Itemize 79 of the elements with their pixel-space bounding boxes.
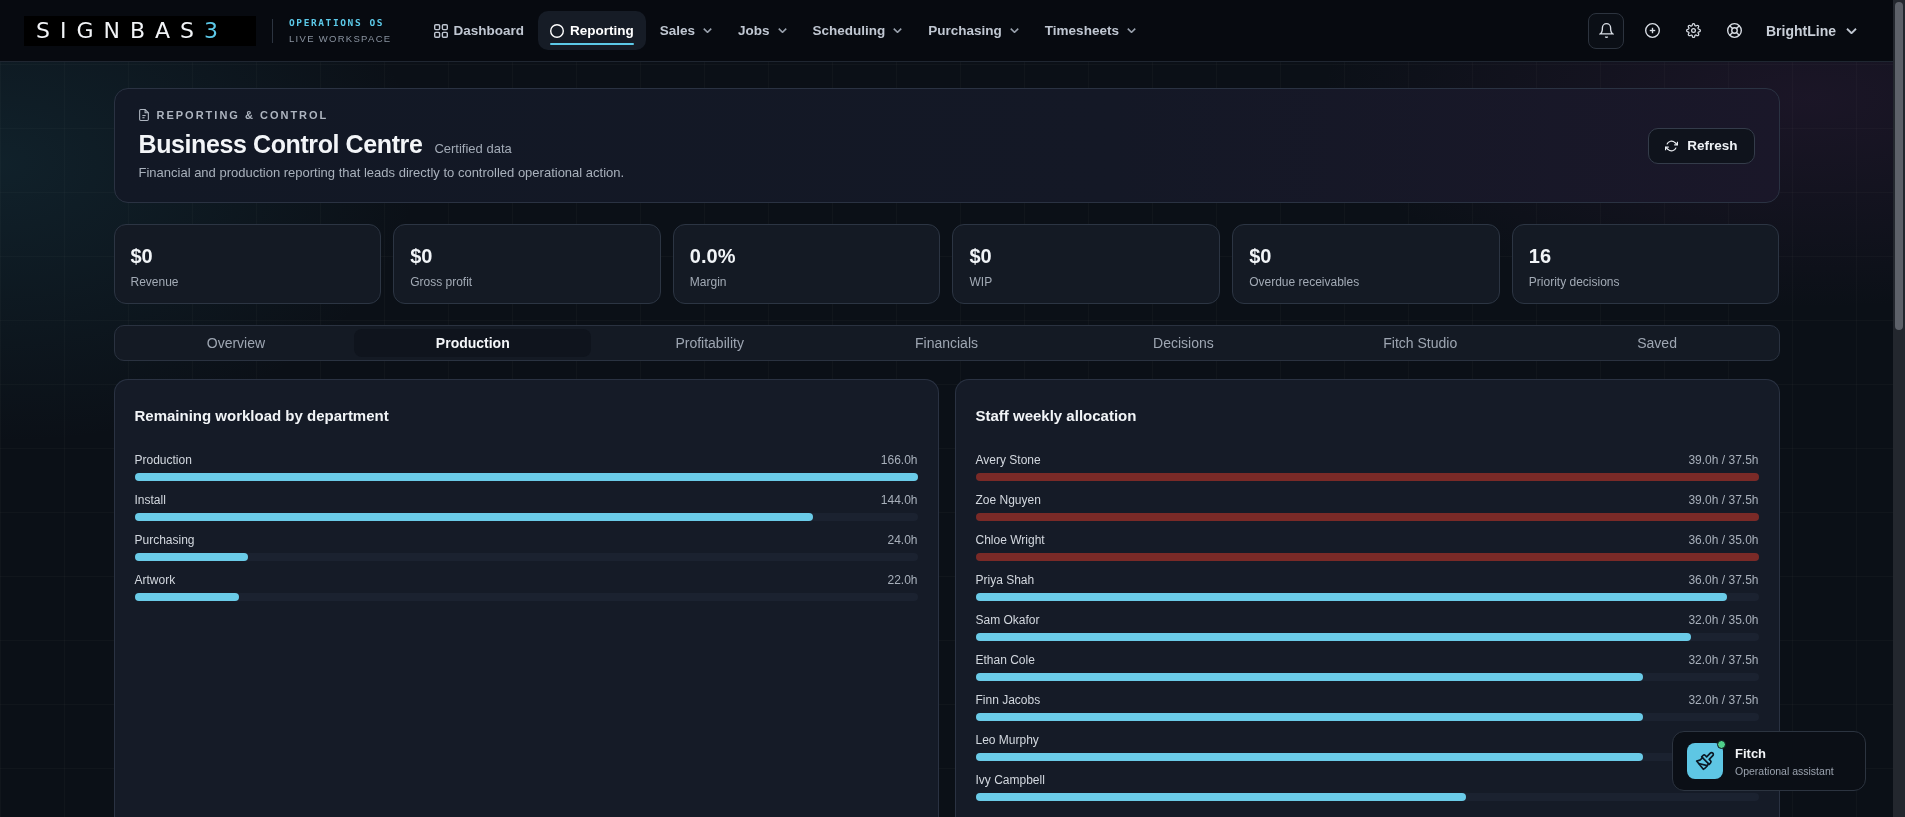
page-description: Financial and production reporting that leads directly to controlled operational action. xyxy=(138,164,625,182)
hours-reading: 144.0h xyxy=(880,493,918,507)
bell-icon xyxy=(1598,23,1614,38)
staff-name: Sam Okafor xyxy=(975,613,1040,627)
report-tab[interactable]: Overview xyxy=(117,329,355,357)
chevron-down-icon xyxy=(777,28,787,33)
report-tab[interactable]: Financials xyxy=(828,329,1065,357)
kpi-value: $0 xyxy=(969,243,993,268)
department-label: Artwork xyxy=(134,573,176,587)
kpi-value: 0.0% xyxy=(689,243,737,268)
logo[interactable]: SIGNBAS 3 xyxy=(24,15,256,46)
hours-reading: 24.0h xyxy=(887,533,918,547)
nav-item[interactable]: Timesheets xyxy=(1032,11,1148,50)
kpi-label: Margin xyxy=(689,274,728,289)
kpi-value: $0 xyxy=(1249,243,1273,268)
staff-name: Avery Stone xyxy=(975,453,1041,467)
account-menu[interactable]: BrightLine xyxy=(1757,22,1857,39)
kpi-label: Revenue xyxy=(130,274,180,289)
report-tab[interactable]: Decisions xyxy=(1064,329,1302,357)
hours-reading: 39.0h / 37.5h xyxy=(1688,453,1759,467)
chevron-down-icon xyxy=(703,28,713,33)
hours-reading: 32.0h / 37.5h xyxy=(1688,653,1759,667)
paintbrush-icon xyxy=(1687,743,1723,779)
page-title: Business Control Centre xyxy=(138,129,423,159)
staff-name: Priya Shah xyxy=(975,573,1035,587)
document-icon xyxy=(138,109,149,121)
chevron-down-icon xyxy=(1009,28,1019,33)
certified-note: Certified data xyxy=(434,141,512,156)
kpi-value: 16 xyxy=(1528,243,1553,268)
nav-item[interactable]: Scheduling xyxy=(800,11,915,50)
report-tab[interactable]: Fitch Studio xyxy=(1301,329,1539,357)
nav-item[interactable]: Jobs xyxy=(726,11,799,50)
refresh-button[interactable]: Refresh xyxy=(1648,127,1755,164)
kpi-label: WIP xyxy=(969,274,994,289)
nav-item[interactable]: Purchasing xyxy=(916,11,1031,50)
chevron-down-icon xyxy=(893,28,903,33)
hours-reading: 39.0h / 37.5h xyxy=(1688,493,1759,507)
department-label: Install xyxy=(134,493,166,507)
hours-reading: 166.0h xyxy=(880,453,918,467)
hours-reading: 32.0h / 35.0h xyxy=(1688,613,1759,627)
chevron-down-icon xyxy=(1846,27,1857,34)
report-tab[interactable]: Saved xyxy=(1538,329,1776,357)
hours-reading: 22.0h xyxy=(887,573,918,587)
scrollbar-thumb[interactable] xyxy=(1895,2,1903,330)
workspace-subtitle: LIVE WORKSPACE xyxy=(289,33,392,44)
nav-item[interactable]: Dashboard xyxy=(421,11,536,50)
department-label: Production xyxy=(134,453,192,467)
report-tab[interactable]: Production xyxy=(354,329,592,357)
panel-title: Remaining workload by department xyxy=(134,406,390,426)
kpi-value: $0 xyxy=(130,243,154,268)
lifebuoy-icon[interactable] xyxy=(1727,23,1742,38)
notifications-button[interactable] xyxy=(1588,12,1624,49)
chevron-down-icon xyxy=(1126,28,1136,33)
staff-name: Ethan Cole xyxy=(975,653,1035,667)
section-eyebrow: REPORTING & CONTROL xyxy=(156,109,329,121)
nav-item[interactable]: Reporting xyxy=(538,11,646,50)
report-tab[interactable]: Profitability xyxy=(591,329,829,357)
assistant-toast[interactable]: Fitch Operational assistant xyxy=(1672,731,1866,791)
staff-name: Finn Jacobs xyxy=(975,693,1041,707)
kpi-label: Gross profit xyxy=(410,274,474,289)
hours-reading: 36.0h / 35.0h xyxy=(1688,533,1759,547)
staff-name: Zoe Nguyen xyxy=(975,493,1041,507)
hours-reading: 36.0h / 37.5h xyxy=(1688,573,1759,587)
kpi-label: Priority decisions xyxy=(1528,274,1621,289)
plus-circle-icon[interactable] xyxy=(1645,23,1660,38)
workspace-title: OPERATIONS OS xyxy=(289,17,386,28)
panel-title: Staff weekly allocation xyxy=(975,406,1138,426)
refresh-icon xyxy=(1665,139,1679,152)
staff-name: Leo Murphy xyxy=(975,733,1039,747)
department-label: Purchasing xyxy=(134,533,195,547)
staff-name: Ivy Campbell xyxy=(975,773,1045,787)
settings-icon[interactable] xyxy=(1686,23,1701,38)
hours-reading: 32.0h / 37.5h xyxy=(1688,693,1759,707)
grid-icon xyxy=(433,23,448,38)
kpi-value: $0 xyxy=(410,243,434,268)
kpi-label: Overdue receivables xyxy=(1249,274,1361,289)
nav-item[interactable]: Sales xyxy=(647,11,725,50)
staff-name: Chloe Wright xyxy=(975,533,1045,547)
circle-icon xyxy=(550,23,564,38)
